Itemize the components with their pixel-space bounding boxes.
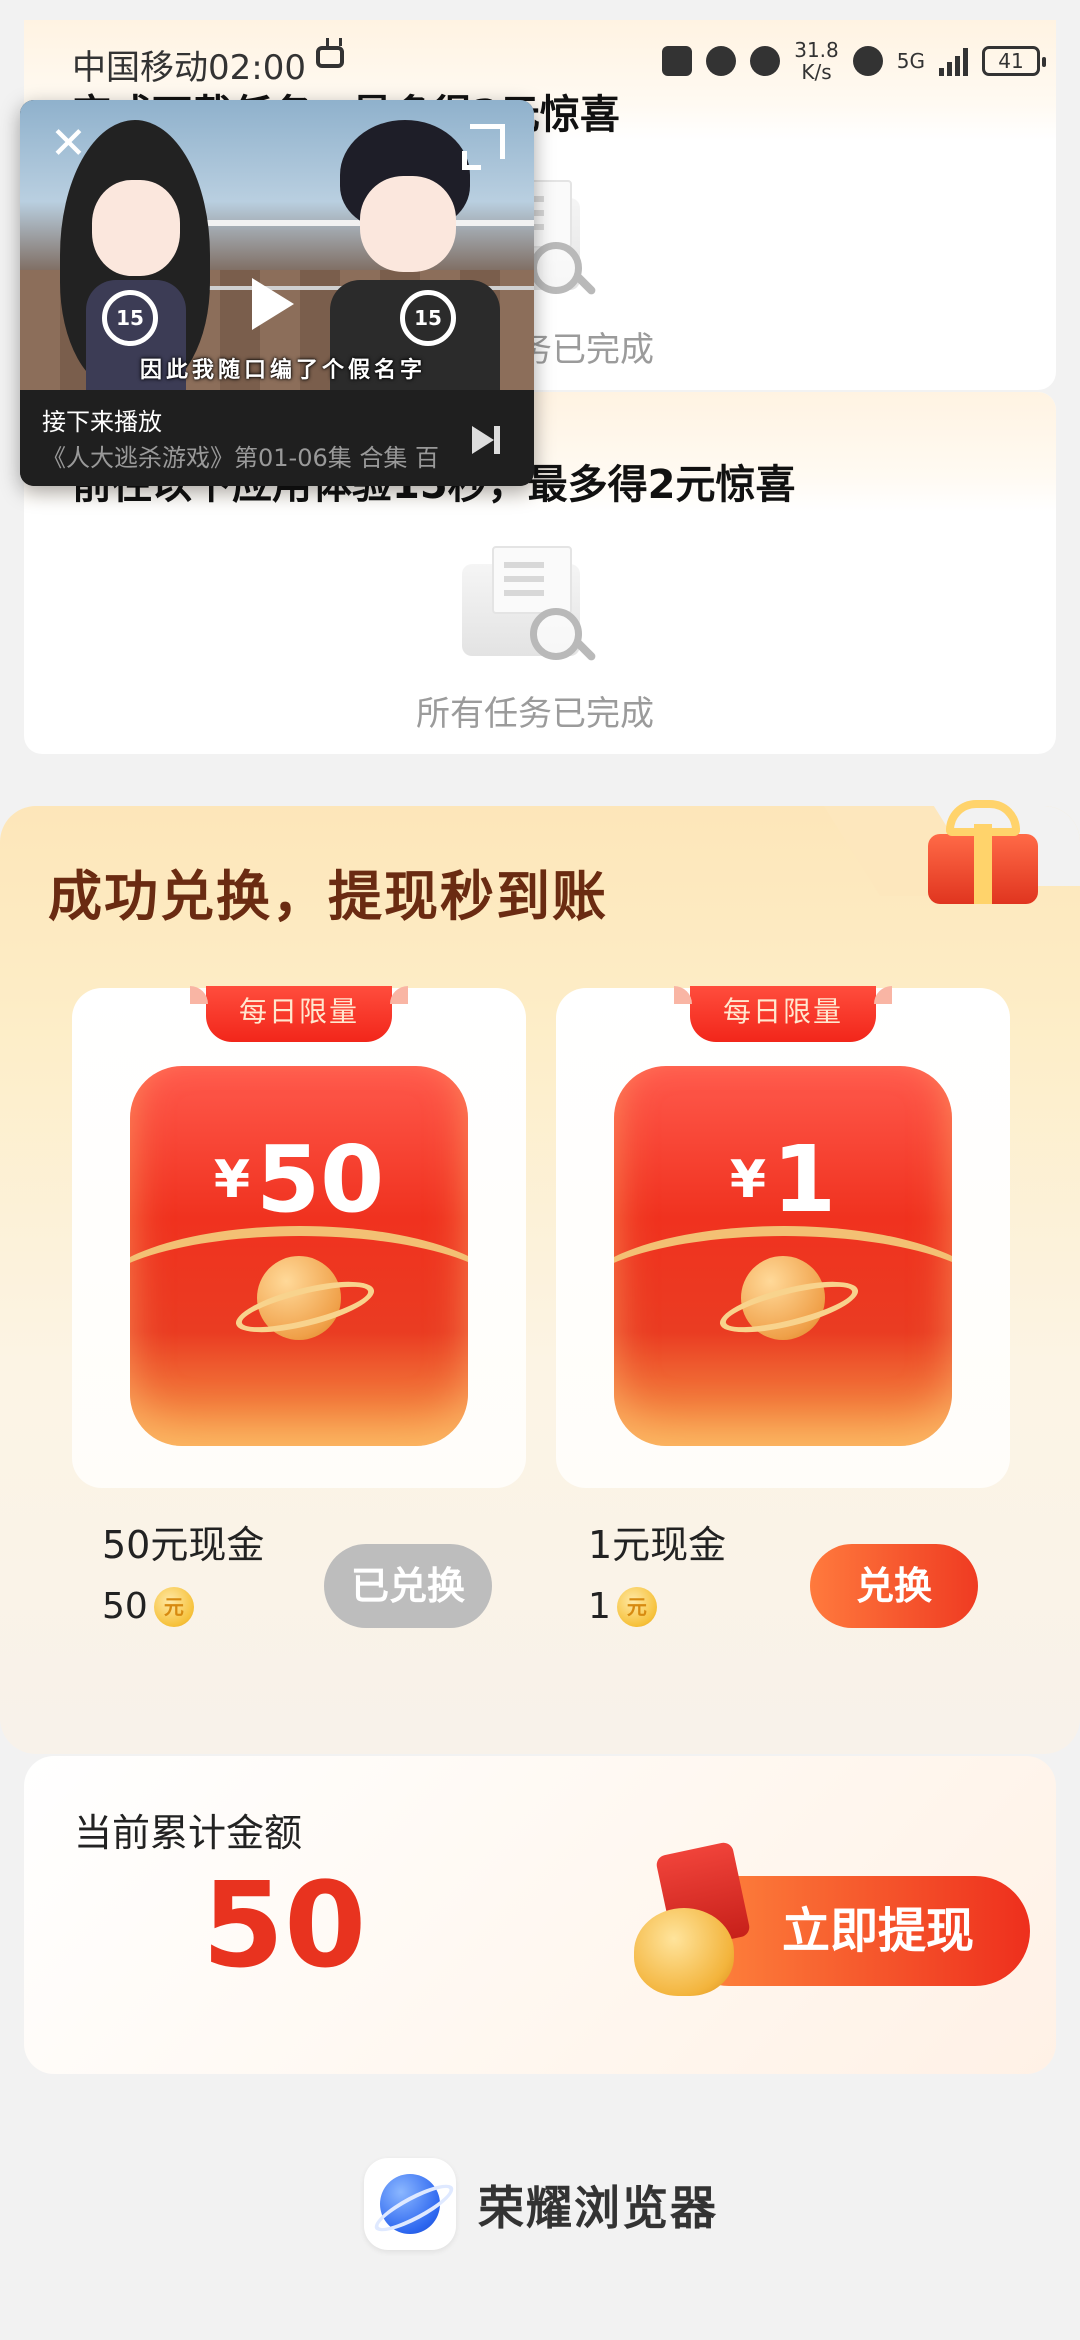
reward-price: 1 元 [588, 1586, 657, 1627]
mute-icon [750, 46, 781, 76]
price-value: 50 [102, 1586, 148, 1627]
reward-card-1: 每日限量 ¥1 [556, 986, 1010, 1488]
alarm-icon [706, 46, 737, 76]
expand-icon[interactable] [462, 124, 505, 170]
yen-sign: ¥ [729, 1150, 767, 1210]
reward-card-50: 每日限量 ¥50 [72, 986, 526, 1488]
daily-limit-badge: 每日限量 [190, 986, 408, 1042]
net-speed-value: 31.8 [794, 38, 839, 62]
battery-icon: 41 [982, 46, 1046, 76]
envelope-value: 1 [772, 1126, 837, 1233]
status-icons: 31.8 K/s 5G 41 [662, 39, 1046, 83]
withdraw-label: 立即提现 [782, 1903, 975, 1959]
gift-icon [918, 794, 1048, 904]
red-envelope: ¥1 [614, 1066, 952, 1446]
money-bag-icon [614, 1840, 754, 1998]
browser-logo-icon [364, 2158, 459, 2250]
envelope-amount: ¥1 [614, 1126, 952, 1233]
nfc-icon [662, 46, 693, 76]
empty-text: 所有任务已完成 [416, 694, 654, 734]
envelope-value: 50 [256, 1126, 385, 1233]
status-bar: 中国移动02:00 31.8 K/s 5G 41 [0, 0, 1080, 110]
carrier-time: 中国移动02:00 [72, 48, 306, 88]
total-amount-card: 当前累计金额 50 立即提现 [24, 1756, 1056, 2074]
coin-icon: 元 [153, 1586, 194, 1627]
reward-price: 50 元 [102, 1586, 194, 1627]
play-icon[interactable] [252, 278, 294, 330]
red-envelope: ¥50 [130, 1066, 468, 1446]
rewind-15-icon[interactable]: 15 [102, 290, 158, 346]
wifi-icon [852, 46, 883, 76]
app-name: 荣耀浏览器 [478, 2181, 718, 2235]
floating-video-player[interactable]: ✕ 15 15 因此我随口编了个假名字 接下来播放 《人大逃杀游戏》第01-06… [20, 100, 534, 486]
tv-icon [316, 46, 344, 68]
envelope-amount: ¥50 [130, 1126, 468, 1233]
footer-brand: 荣耀浏览器 [0, 2150, 1080, 2260]
total-label: 当前累计金额 [74, 1811, 303, 1855]
signal-icon [939, 46, 968, 76]
yen-sign: ¥ [213, 1150, 251, 1210]
daily-limit-badge: 每日限量 [674, 986, 892, 1042]
video-character-boy [320, 120, 520, 390]
redeemed-button[interactable]: 已兑换 [324, 1544, 492, 1628]
reward-name: 1元现金 [588, 1523, 727, 1567]
network-type: 5G [896, 49, 925, 73]
net-speed-unit: K/s [801, 60, 832, 84]
video-subtitle: 因此我随口编了个假名字 [140, 358, 427, 383]
next-label: 接下来播放 [42, 408, 162, 436]
next-title[interactable]: 《人大逃杀游戏》第01-06集 合集 百 [42, 438, 472, 473]
net-speed: 31.8 K/s [794, 39, 839, 83]
exchange-heading: 成功兑换，提现秒到账 [48, 865, 608, 928]
forward-15-icon[interactable]: 15 [400, 290, 456, 346]
total-amount: 50 [202, 1856, 367, 1994]
skip-next-icon[interactable] [472, 426, 500, 454]
video-frame[interactable] [20, 100, 534, 390]
exchange-button[interactable]: 兑换 [810, 1544, 978, 1628]
reward-name: 50元现金 [102, 1523, 265, 1567]
close-icon[interactable]: ✕ [50, 122, 87, 166]
exchange-section: 成功兑换，提现秒到账 每日限量 ¥50 50元现金 50 元 已兑换 每日限量 … [0, 800, 1080, 1754]
coin-icon: 元 [616, 1586, 657, 1627]
price-value: 1 [588, 1586, 611, 1627]
empty-folder-icon [448, 546, 598, 666]
